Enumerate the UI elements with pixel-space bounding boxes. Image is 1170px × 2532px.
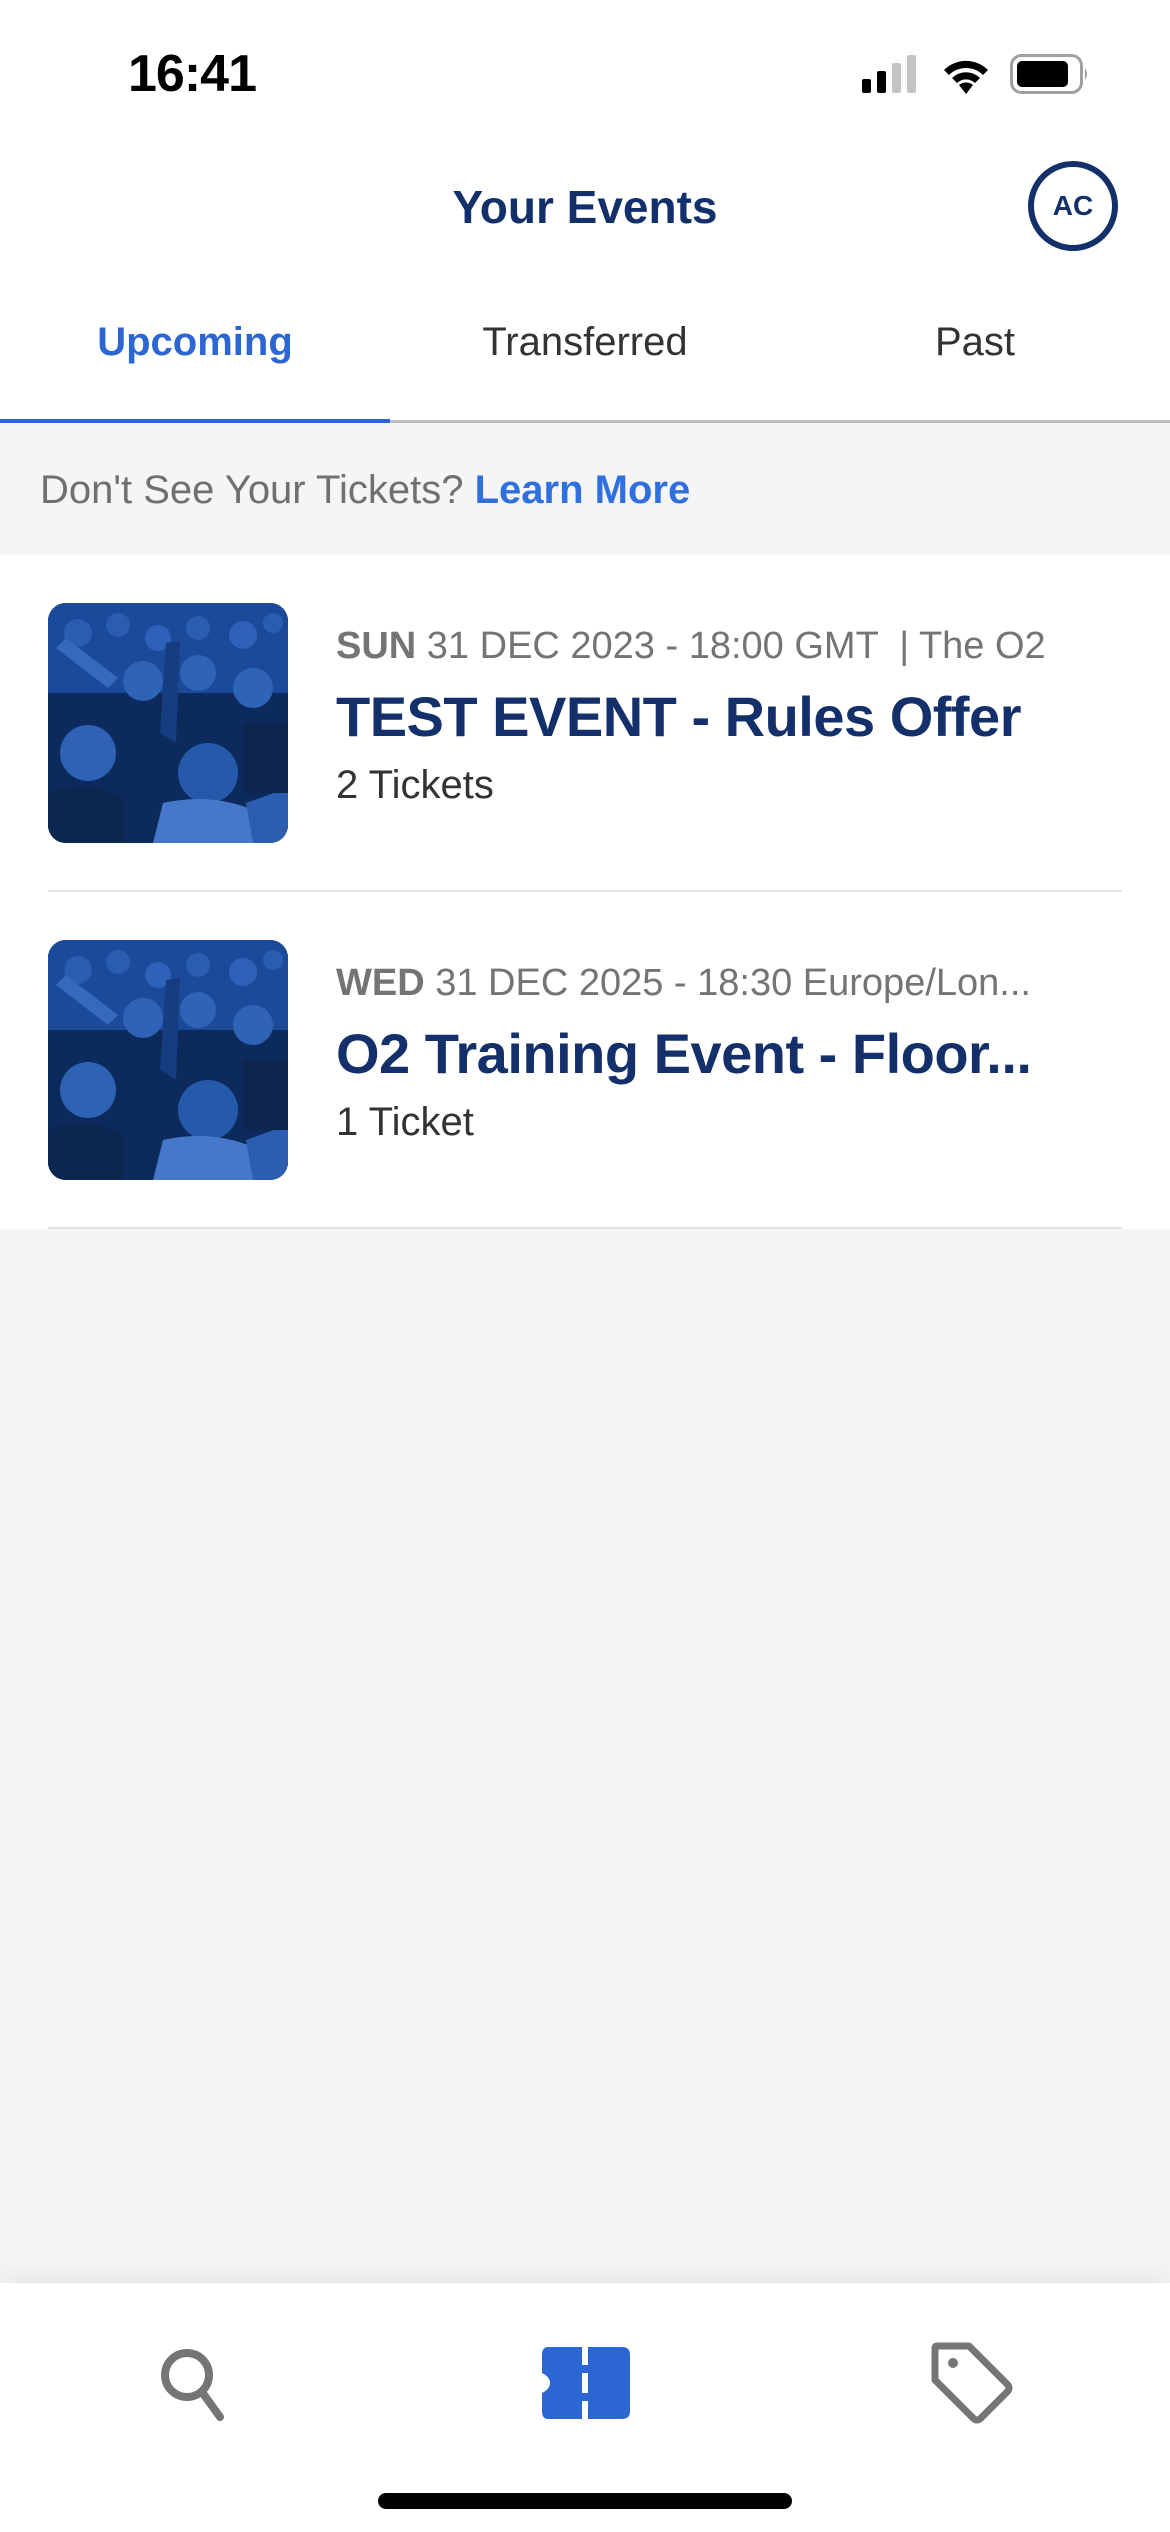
event-name: TEST EVENT - Rules Offer	[336, 685, 1022, 748]
event-info: SUN 31 DEC 2023 - 18:00 GMT | The O2 TES…	[336, 625, 1130, 808]
event-ticket-count: 2 Tickets	[336, 763, 494, 807]
event-info: WED 31 DEC 2025 - 18:30 Europe/Lon... O2…	[336, 962, 1130, 1145]
tab-transferred[interactable]: Transferred	[390, 320, 780, 365]
event-date-detail: 31 DEC 2025 - 18:30 Europe/Lon...	[435, 962, 1031, 1004]
event-thumbnail	[48, 940, 288, 1180]
crowd-photo-image	[48, 603, 288, 843]
event-list-item[interactable]: SUN 31 DEC 2023 - 18:00 GMT | The O2 TES…	[0, 555, 1170, 892]
home-indicator	[378, 2493, 792, 2509]
event-tabs: Upcoming Transferred Past	[0, 270, 1170, 423]
learn-more-link[interactable]: Learn More	[475, 468, 691, 512]
status-bar: 16:41	[0, 0, 1170, 150]
tab-upcoming[interactable]: Upcoming	[0, 320, 390, 365]
tag-icon	[931, 2342, 1013, 2424]
event-day-of-week: SUN	[336, 625, 417, 667]
nav-my-events-button[interactable]	[535, 2333, 635, 2433]
row-divider	[48, 1227, 1122, 1229]
event-list-item[interactable]: WED 31 DEC 2025 - 18:30 Europe/Lon... O2…	[0, 892, 1170, 1229]
event-date: WED 31 DEC 2025 - 18:30 Europe/Lon...	[336, 962, 1130, 1005]
event-day-of-week: WED	[336, 962, 425, 1004]
nav-search-button[interactable]	[144, 2333, 244, 2433]
nav-sell-button[interactable]	[922, 2333, 1022, 2433]
event-thumbnail	[48, 603, 288, 843]
cellular-signal-icon	[862, 55, 916, 93]
status-time: 16:41	[128, 45, 257, 103]
status-icons	[862, 54, 1090, 94]
event-date-detail: 31 DEC 2023 - 18:00 GMT | The O2	[426, 625, 1046, 667]
search-icon	[161, 2349, 224, 2421]
avatar-button[interactable]: AC	[1028, 161, 1118, 251]
battery-icon	[1010, 54, 1087, 94]
crowd-photo-image	[48, 940, 288, 1180]
event-ticket-count: 1 Ticket	[336, 1100, 474, 1144]
event-name: O2 Training Event - Floor...	[336, 1022, 1032, 1085]
page-title: Your Events	[452, 181, 718, 233]
wifi-icon	[944, 60, 988, 94]
event-list: SUN 31 DEC 2023 - 18:00 GMT | The O2 TES…	[0, 555, 1170, 1229]
header: Your Events AC	[0, 150, 1170, 270]
event-date: SUN 31 DEC 2023 - 18:00 GMT | The O2	[336, 625, 1130, 668]
ticket-icon	[542, 2347, 630, 2419]
tab-past[interactable]: Past	[780, 320, 1170, 365]
banner-text: Don't See Your Tickets?	[40, 468, 464, 512]
missing-tickets-banner: Don't See Your Tickets? Learn More	[0, 423, 1170, 555]
